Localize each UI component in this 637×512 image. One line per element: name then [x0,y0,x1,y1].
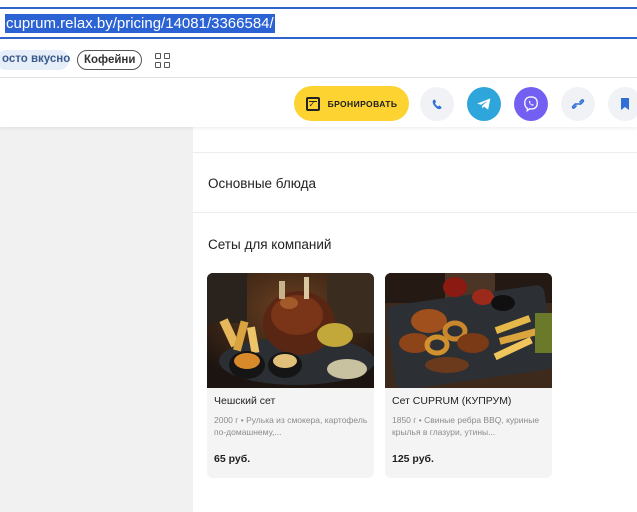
dish-photo [207,273,374,388]
viber-icon [524,96,538,113]
menu-item-card[interactable]: Сет CUPRUM (КУПРУМ) 1850 г • Свиные ребр… [385,273,552,478]
dish-description: 1850 г • Свиные ребра BBQ, куриные крыль… [392,415,540,437]
divider [193,212,637,213]
apps-grid-icon[interactable] [155,53,170,68]
book-button[interactable]: БРОНИРОВАТЬ [294,86,409,121]
bookmark-chip-prosto-vkusno[interactable]: осто вкусно [0,50,70,70]
url-text[interactable]: cuprum.relax.by/pricing/14081/3366584/ [5,14,275,33]
viber-button[interactable] [514,87,548,121]
dish-photo [385,273,552,388]
dish-price: 65 руб. [214,453,251,465]
book-button-label: БРОНИРОВАТЬ [327,98,398,109]
telegram-button[interactable] [467,87,501,121]
address-bar[interactable]: cuprum.relax.by/pricing/14081/3366584/ [0,7,637,39]
phone-button[interactable] [420,87,454,121]
share-link-button[interactable] [561,87,595,121]
left-sidebar-background [0,127,193,512]
calendar-check-icon [305,96,320,111]
telegram-icon [477,98,491,110]
bookmark-chip-kofeini[interactable]: Кофейни [77,50,142,70]
link-icon [571,99,585,109]
dish-name: Сет CUPRUM (КУПРУМ) [392,395,512,407]
divider [193,152,637,153]
phone-icon [432,99,442,110]
category-company-sets: Сеты для компаний [208,237,332,252]
dish-name: Чешский сет [214,395,276,407]
menu-item-card[interactable]: Чешский сет 2000 г • Рулька из смокера, … [207,273,374,478]
bookmark-icon [621,98,629,110]
dish-price: 125 руб. [392,453,434,465]
category-main-dishes[interactable]: Основные блюда [208,176,316,191]
bookmarks-bar: осто вкусно Кофейни [0,41,637,78]
site-header: БРОНИРОВАТЬ [0,79,637,127]
bookmark-button[interactable] [608,87,637,121]
dish-description: 2000 г • Рулька из смокера, картофель по… [214,415,368,437]
